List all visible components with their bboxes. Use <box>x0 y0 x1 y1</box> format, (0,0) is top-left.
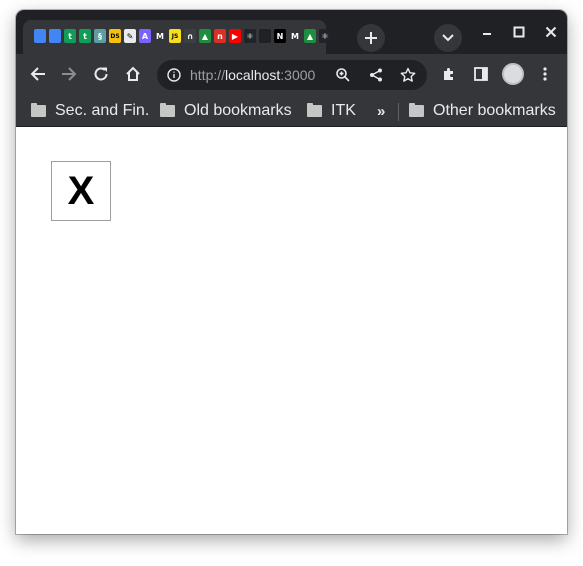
bookmark-folder-sec-and-fin[interactable]: Sec. and Fin. <box>31 101 149 121</box>
close-icon <box>545 26 557 38</box>
share-button[interactable] <box>368 67 384 83</box>
home-button[interactable] <box>121 62 145 86</box>
docs-icon <box>34 29 46 43</box>
bookmark-label: ITK <box>331 102 356 119</box>
plus-icon <box>365 32 377 44</box>
side-panel-button[interactable] <box>469 62 493 86</box>
bookmarks-bar: Sec. and Fin. Old bookmarks ITK » Other … <box>16 94 567 127</box>
js-icon: JS <box>169 29 181 43</box>
url-scheme: http:// <box>190 67 226 83</box>
bookmark-label: Other bookmarks <box>433 102 556 119</box>
bookmarks-separator <box>398 103 399 121</box>
zoom-icon <box>336 68 350 82</box>
reload-button[interactable] <box>89 62 113 86</box>
arrow-right-icon <box>62 67 77 81</box>
extensions-button[interactable] <box>437 62 461 86</box>
react-icon: ⚛ <box>319 29 331 43</box>
title-bar: t t § DS ✎ A M JS ∩ ▲ n ▶ ⚛ N M ▲ ⚛ <box>16 10 567 54</box>
reload-icon <box>94 67 108 81</box>
address-bar[interactable]: http://localhost:3000 <box>157 60 427 90</box>
spiral-icon: § <box>94 29 106 43</box>
ds-icon: DS <box>109 29 121 43</box>
minimize-button[interactable] <box>476 22 498 42</box>
folder-icon <box>31 103 46 117</box>
new-tab-button[interactable] <box>357 24 385 52</box>
menu-button[interactable] <box>533 62 557 86</box>
home-icon <box>126 66 140 81</box>
active-tab[interactable]: t t § DS ✎ A M JS ∩ ▲ n ▶ ⚛ N M ▲ ⚛ <box>23 20 331 54</box>
kebab-menu-icon <box>543 67 547 81</box>
x-button[interactable]: X <box>51 161 111 221</box>
sheets-icon: t <box>64 29 76 43</box>
bookmark-star-button[interactable] <box>400 67 416 83</box>
back-button[interactable] <box>26 62 50 86</box>
folder-icon <box>160 103 175 117</box>
minimize-icon <box>483 33 491 35</box>
bookmark-folder-itk[interactable]: ITK <box>307 101 356 121</box>
n-icon: n <box>214 29 226 43</box>
blank-icon <box>259 29 271 43</box>
drive-icon: ▲ <box>304 29 316 43</box>
forward-button[interactable] <box>57 62 81 86</box>
share-icon <box>370 68 382 82</box>
folder-icon <box>409 103 424 117</box>
docs-icon <box>49 29 61 43</box>
side-panel-icon <box>474 67 488 81</box>
n-icon: N <box>274 29 286 43</box>
folder-icon <box>307 103 322 117</box>
pen-icon: ✎ <box>124 29 136 43</box>
star-icon <box>400 67 416 82</box>
arch-icon: ∩ <box>184 29 196 43</box>
info-icon <box>167 68 181 82</box>
puzzle-icon <box>444 68 453 80</box>
close-window-button[interactable] <box>540 22 562 42</box>
bookmark-label: Sec. and Fin. <box>55 102 150 119</box>
tab-search-button[interactable] <box>434 24 462 52</box>
url-port: :3000 <box>280 67 316 83</box>
bookmark-folder-old-bookmarks[interactable]: Old bookmarks <box>160 101 292 121</box>
page-content: X <box>16 128 567 534</box>
maximize-icon <box>513 26 525 38</box>
bookmark-label: Old bookmarks <box>184 102 292 119</box>
arrow-left-icon <box>30 67 45 81</box>
sheets-icon: t <box>79 29 91 43</box>
a-icon: A <box>139 29 151 43</box>
navigation-toolbar: http://localhost:3000 <box>16 54 567 94</box>
chevron-down-icon <box>442 34 454 42</box>
m-icon: M <box>154 29 166 43</box>
youtube-icon: ▶ <box>229 29 241 43</box>
url-host: localhost <box>225 67 281 83</box>
chevron-double-right-icon: » <box>377 102 386 120</box>
profile-avatar[interactable] <box>502 63 524 85</box>
zoom-button[interactable] <box>335 67 351 83</box>
react-icon: ⚛ <box>244 29 256 43</box>
maximize-button[interactable] <box>508 22 530 42</box>
url-text[interactable]: http://localhost:3000 <box>190 67 315 83</box>
browser-window: t t § DS ✎ A M JS ∩ ▲ n ▶ ⚛ N M ▲ ⚛ http… <box>16 10 567 534</box>
other-bookmarks-folder[interactable]: Other bookmarks <box>409 101 556 121</box>
bookmarks-overflow-button[interactable]: » <box>377 101 385 121</box>
m-icon: M <box>289 29 301 43</box>
drive-icon: ▲ <box>199 29 211 43</box>
